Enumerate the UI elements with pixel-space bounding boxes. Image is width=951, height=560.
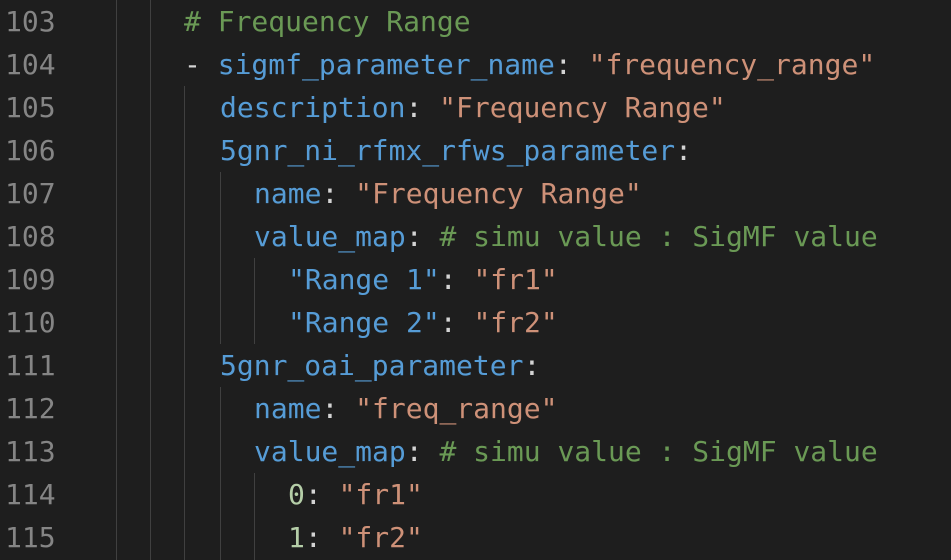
code-line[interactable]: 113 value_map: # simu value : SigMF value [0, 430, 951, 473]
code-token: : [439, 306, 474, 339]
code-token: # Frequency Range [184, 5, 471, 38]
code-token: "frequency_range" [588, 48, 876, 81]
code-line[interactable]: 112 name: "freq_range" [0, 387, 951, 430]
code-line[interactable]: 115 1: "fr2" [0, 516, 951, 559]
code-text: value_map: # simu value : SigMF value [254, 215, 878, 258]
code-token: value_map [254, 435, 406, 468]
code-token: "Frequency Range" [439, 91, 726, 124]
code-line[interactable]: 107 name: "Frequency Range" [0, 172, 951, 215]
code-token: "Range 2" [288, 306, 440, 339]
code-token: 5gnr_oai_parameter [220, 349, 524, 382]
line-number: 103 [5, 5, 56, 38]
code-line[interactable]: 109 "Range 1": "fr1" [0, 258, 951, 301]
line-number: 107 [5, 177, 56, 210]
code-token: name [254, 177, 322, 210]
code-line[interactable]: 111 5gnr_oai_parameter: [0, 344, 951, 387]
code-token: "fr2" [338, 521, 423, 554]
code-text: 1: "fr2" [288, 516, 423, 559]
line-number: 109 [5, 263, 56, 296]
code-text: 5gnr_ni_rfmx_rfws_parameter: [220, 129, 692, 172]
code-token: sigmf_parameter_name [217, 48, 555, 81]
code-text: "Range 2": "fr2" [288, 301, 558, 344]
code-token: : [304, 478, 339, 511]
code-text: 0: "fr1" [288, 473, 423, 516]
code-token: name [254, 392, 322, 425]
code-text: name: "freq_range" [254, 387, 557, 430]
line-number: 108 [5, 220, 56, 253]
code-line[interactable]: 103 # Frequency Range [0, 0, 951, 43]
line-number: 113 [5, 435, 56, 468]
line-number: 114 [5, 478, 56, 511]
code-token: : [321, 392, 356, 425]
code-line[interactable]: 108 value_map: # simu value : SigMF value [0, 215, 951, 258]
code-text: 5gnr_oai_parameter: [220, 344, 540, 387]
code-text: description: "Frequency Range" [220, 86, 726, 129]
code-token: 5gnr_ni_rfmx_rfws_parameter [220, 134, 676, 167]
code-text: "Range 1": "fr1" [288, 258, 558, 301]
line-number: 105 [5, 91, 56, 124]
code-token: : [321, 177, 356, 210]
code-token: : [523, 349, 541, 382]
code-text: # Frequency Range [184, 0, 471, 43]
code-text: - sigmf_parameter_name: "frequency_range… [184, 43, 875, 86]
code-token: "Frequency Range" [355, 177, 642, 210]
code-token: : [405, 220, 440, 253]
code-token: # simu value : SigMF value [439, 435, 878, 468]
line-number: 112 [5, 392, 56, 425]
code-line[interactable]: 105 description: "Frequency Range" [0, 86, 951, 129]
code-token: # simu value : SigMF value [439, 220, 878, 253]
code-token: : [304, 521, 339, 554]
code-token: : [554, 48, 589, 81]
code-text: value_map: # simu value : SigMF value [254, 430, 878, 473]
code-token: "fr1" [338, 478, 423, 511]
code-token: description [220, 91, 406, 124]
code-token: : [405, 435, 440, 468]
code-token: : [439, 263, 474, 296]
code-text: name: "Frequency Range" [254, 172, 642, 215]
line-number: 106 [5, 134, 56, 167]
code-line[interactable]: 110 "Range 2": "fr2" [0, 301, 951, 344]
code-token: : [675, 134, 693, 167]
code-token: "fr1" [473, 263, 558, 296]
code-line[interactable]: 114 0: "fr1" [0, 473, 951, 516]
code-line[interactable]: 104 - sigmf_parameter_name: "frequency_ra… [0, 43, 951, 86]
line-number: 115 [5, 521, 56, 554]
code-token: - [184, 48, 218, 81]
line-number: 110 [5, 306, 56, 339]
code-token: 1 [288, 521, 305, 554]
line-number: 111 [5, 349, 56, 382]
code-editor[interactable]: 103 # Frequency Range 104 - sigmf_parameter… [0, 0, 951, 560]
code-token: : [405, 91, 440, 124]
code-token: "freq_range" [355, 392, 558, 425]
line-number: 104 [5, 48, 56, 81]
code-token: "fr2" [473, 306, 558, 339]
code-line[interactable]: 106 5gnr_ni_rfmx_rfws_parameter: [0, 129, 951, 172]
code-token: value_map [254, 220, 406, 253]
code-token: "Range 1" [288, 263, 440, 296]
code-token: 0 [288, 478, 305, 511]
